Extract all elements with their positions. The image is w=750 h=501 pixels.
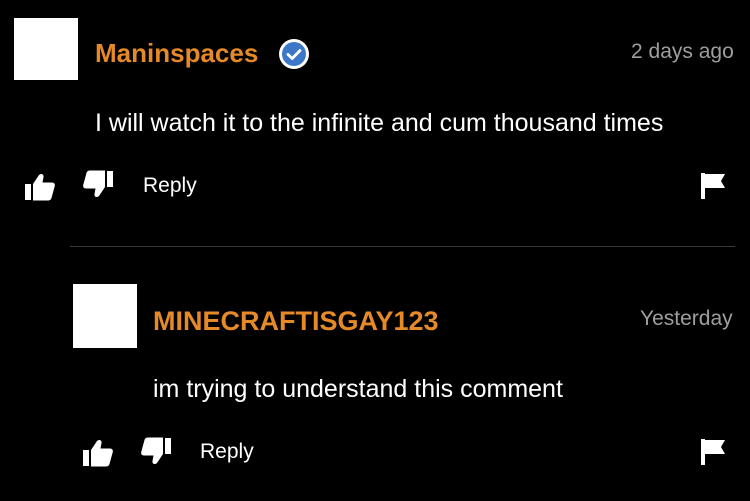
thumbs-up-icon[interactable] — [24, 172, 56, 202]
username[interactable]: Maninspaces — [95, 38, 258, 69]
thumbs-up-icon[interactable] — [82, 438, 114, 468]
thumbs-down-icon[interactable] — [140, 436, 172, 466]
reply-button[interactable]: Reply — [200, 440, 254, 464]
timestamp: Yesterday — [640, 307, 733, 330]
avatar[interactable] — [73, 284, 137, 348]
verified-badge-icon — [279, 39, 309, 69]
avatar[interactable] — [14, 18, 78, 80]
flag-icon[interactable] — [700, 172, 726, 200]
comment-text: I will watch it to the infinite and cum … — [95, 109, 664, 137]
reply-button[interactable]: Reply — [143, 174, 197, 198]
comment-text: im trying to understand this comment — [153, 375, 563, 403]
divider — [70, 246, 735, 247]
username[interactable]: MINECRAFTISGAY123 — [153, 306, 439, 337]
thumbs-down-icon[interactable] — [82, 169, 114, 199]
flag-icon[interactable] — [700, 438, 726, 466]
timestamp: 2 days ago — [631, 40, 734, 63]
